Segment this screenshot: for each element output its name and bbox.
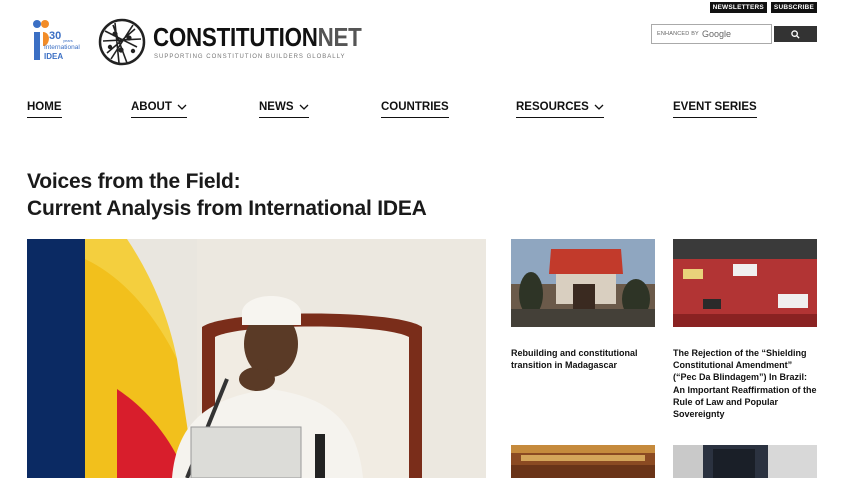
site-title-part1: CONSTITUTION — [153, 22, 318, 52]
article-title-brazil[interactable]: The Rejection of the “Shielding Constitu… — [673, 347, 817, 420]
nav-news[interactable]: NEWS — [259, 101, 309, 118]
top-links: NEWSLETTERS SUBSCRIBE — [709, 2, 817, 13]
article-image-bottom-1[interactable] — [511, 445, 655, 478]
article-image-brazil[interactable] — [673, 239, 817, 327]
search-label-google: Google — [701, 29, 731, 39]
nav-home[interactable]: HOME — [27, 101, 62, 118]
idea-international: International — [44, 44, 80, 51]
featured-article-image[interactable] — [27, 239, 486, 478]
subscribe-link[interactable]: SUBSCRIBE — [770, 2, 817, 13]
page-title-line2: Current Analysis from International IDEA — [27, 197, 427, 220]
nav-about[interactable]: ABOUT — [131, 101, 187, 118]
idea-years: years — [63, 38, 73, 43]
search-input[interactable]: ENHANCED BY Google — [651, 24, 772, 44]
site-title: CONSTITUTIONNET — [153, 24, 362, 50]
search-icon — [791, 29, 800, 39]
search-button[interactable] — [774, 26, 817, 42]
nav-event-series[interactable]: EVENT SERIES — [673, 101, 757, 118]
nav-countries-label: COUNTRIES — [381, 101, 449, 113]
page-title: Voices from the Field: Current Analysis … — [27, 168, 427, 222]
assembly-hall-photo — [511, 445, 655, 478]
site-title-part2: NET — [317, 22, 362, 52]
nav-home-label: HOME — [27, 101, 62, 113]
globe-network-icon — [98, 18, 146, 66]
nav-about-label: ABOUT — [131, 101, 172, 113]
nav-resources-label: RESOURCES — [516, 101, 589, 113]
search-label-enhanced: ENHANCED BY — [657, 31, 699, 37]
brazil-protest-photo — [673, 239, 817, 327]
article-title-madagascar[interactable]: Rebuilding and constitutional transition… — [511, 347, 655, 371]
site-tagline: SUPPORTING CONSTITUTION BUILDERS GLOBALL… — [154, 54, 346, 60]
chevron-down-icon — [177, 104, 187, 110]
nav-countries[interactable]: COUNTRIES — [381, 101, 449, 118]
nav-resources[interactable]: RESOURCES — [516, 101, 604, 118]
nav-event-series-label: EVENT SERIES — [673, 101, 757, 113]
chevron-down-icon — [299, 104, 308, 110]
newsletters-link[interactable]: NEWSLETTERS — [709, 2, 767, 13]
madagascar-photo — [511, 239, 655, 327]
idea-30: 30 — [49, 30, 62, 42]
document-photo — [673, 445, 817, 478]
idea-idea: IDEA — [44, 52, 64, 61]
page-title-line1: Voices from the Field: — [27, 170, 241, 193]
featured-photo — [27, 239, 486, 478]
article-image-bottom-2[interactable] — [673, 445, 817, 478]
chevron-down-icon — [594, 104, 604, 110]
article-image-madagascar[interactable] — [511, 239, 655, 327]
nav-news-label: NEWS — [259, 101, 294, 113]
